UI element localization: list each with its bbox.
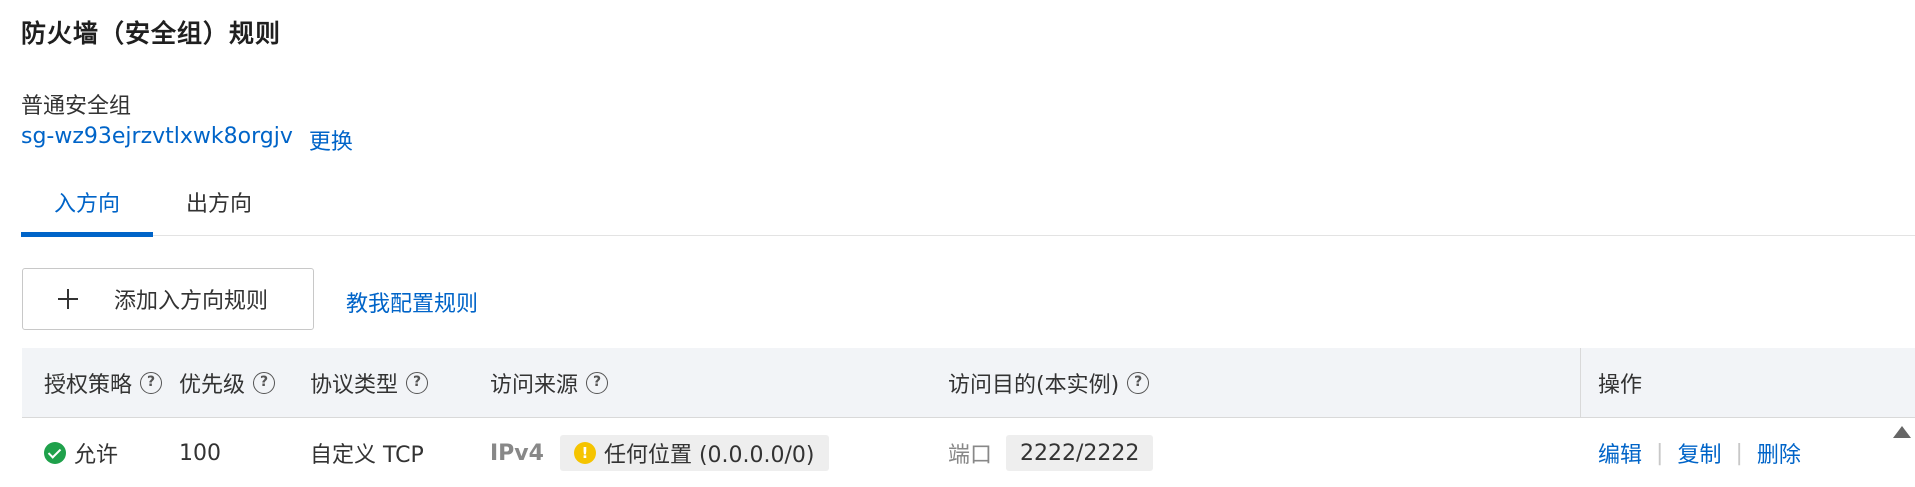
scroll-up-arrow-icon[interactable] (1893, 426, 1911, 438)
port-label: 端口 (948, 443, 993, 468)
table-row: 允许 100 自定义 TCP IPv4 ! 任何位置 (0.0.0.0/0) 端… (22, 419, 1915, 487)
security-group-id-link[interactable]: sg-wz93ejrzvtlxwk8orgjv (21, 124, 293, 156)
change-group-link[interactable]: 更换 (309, 124, 353, 156)
column-header-actions: 操作 (1598, 373, 1643, 398)
tab-outbound[interactable]: 出方向 (153, 186, 285, 236)
action-separator: | (1656, 440, 1664, 466)
source-cell: IPv4 ! 任何位置 (0.0.0.0/0) (490, 419, 829, 487)
help-icon[interactable]: ? (406, 372, 429, 394)
add-inbound-rule-label: 添加入方向规则 (114, 289, 269, 314)
warning-icon: ! (573, 442, 596, 464)
copy-rule-link[interactable]: 复制 (1677, 437, 1721, 469)
edit-rule-link[interactable]: 编辑 (1598, 437, 1642, 469)
help-icon[interactable]: ? (1127, 372, 1150, 394)
column-header-policy: 授权策略 ? (44, 348, 163, 418)
plus-icon (58, 289, 78, 309)
action-separator: | (1735, 440, 1743, 466)
teach-config-link[interactable]: 教我配置规则 (346, 286, 478, 318)
add-inbound-rule-button[interactable]: 添加入方向规则 (22, 268, 314, 330)
port-tag: 2222/2222 (1006, 435, 1154, 471)
delete-rule-link[interactable]: 删除 (1757, 437, 1801, 469)
page-title: 防火墙（安全组）规则 (21, 19, 282, 48)
security-group-row: sg-wz93ejrzvtlxwk8orgjv 更换 (21, 124, 353, 156)
ip-version-label: IPv4 (490, 440, 544, 466)
help-icon[interactable]: ? (253, 372, 276, 394)
column-divider (1580, 348, 1581, 418)
help-icon[interactable]: ? (140, 372, 163, 394)
column-header-source: 访问来源 ? (490, 348, 609, 418)
source-tag: ! 任何位置 (0.0.0.0/0) (559, 435, 829, 471)
direction-tabs: 入方向 出方向 (21, 186, 1915, 237)
column-header-destination: 访问目的(本实例) ? (948, 348, 1150, 418)
security-group-type: 普通安全组 (21, 94, 132, 119)
priority-cell: 100 (179, 440, 221, 466)
column-header-priority: 优先级 ? (179, 348, 276, 418)
help-icon[interactable]: ? (586, 372, 609, 394)
actions-cell: 编辑 | 复制 | 删除 (1598, 419, 1801, 487)
rules-table-header: 授权策略 ? 优先级 ? 协议类型 ? 访问来源 ? 访问目的(本实例) ? 操… (22, 348, 1915, 418)
protocol-cell: 自定义 TCP (310, 443, 424, 468)
column-header-protocol: 协议类型 ? (310, 348, 429, 418)
policy-cell: 允许 (44, 419, 118, 487)
destination-cell: 端口 2222/2222 (948, 419, 1154, 487)
tab-inbound[interactable]: 入方向 (21, 186, 154, 237)
check-circle-icon (44, 442, 66, 464)
